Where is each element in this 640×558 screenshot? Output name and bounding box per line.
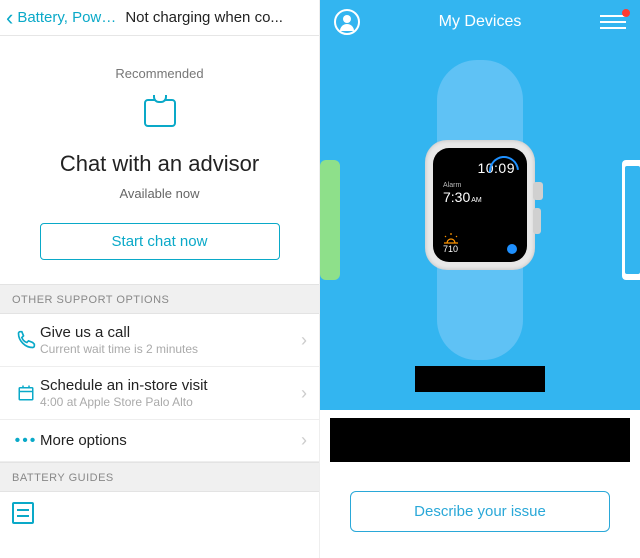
watch-complication-dot xyxy=(507,244,517,254)
support-detail-pane: ‹ Battery, Power... Not charging when co… xyxy=(0,0,320,558)
watch-crown xyxy=(533,182,543,200)
guide-row[interactable] xyxy=(0,492,319,534)
device-band-green[interactable] xyxy=(320,160,340,280)
watch-alarm-time: 7:30AM xyxy=(443,189,517,205)
option-more-title: More options xyxy=(40,432,301,449)
device-ipad-peek[interactable] xyxy=(622,160,640,280)
option-store-title: Schedule an in-store visit xyxy=(40,377,301,394)
recommended-card: Recommended Chat with an advisor Availab… xyxy=(0,36,319,284)
other-options-header: OTHER SUPPORT OPTIONS xyxy=(0,284,319,314)
devices-title: My Devices xyxy=(439,13,522,31)
chevron-right-icon: › xyxy=(301,330,307,351)
devices-hero: My Devices 10:09 xyxy=(320,0,640,410)
page-title: Not charging when co... xyxy=(125,9,313,26)
option-call-title: Give us a call xyxy=(40,324,301,341)
phone-icon xyxy=(12,330,40,350)
option-store-visit[interactable]: Schedule an in-store visit 4:00 at Apple… xyxy=(0,367,319,420)
chevron-right-icon: › xyxy=(301,430,307,451)
back-label[interactable]: Battery, Power... xyxy=(17,9,117,26)
advisor-shirt-icon xyxy=(140,99,180,137)
chevron-right-icon: › xyxy=(301,383,307,404)
nav-bar: ‹ Battery, Power... Not charging when co… xyxy=(0,0,319,36)
watch-low-temp: 710 xyxy=(443,244,459,254)
device-apple-watch[interactable]: 10:09 Alarm 7:30AM 710 xyxy=(395,60,565,360)
notification-badge xyxy=(622,9,630,17)
device-carousel[interactable]: 10:09 Alarm 7:30AM 710 xyxy=(320,60,640,360)
my-devices-pane: My Devices 10:09 xyxy=(320,0,640,558)
option-store-sub: 4:00 at Apple Store Palo Alto xyxy=(40,395,301,409)
recommended-label: Recommended xyxy=(20,66,299,81)
calendar-icon xyxy=(12,384,40,402)
option-call[interactable]: Give us a call Current wait time is 2 mi… xyxy=(0,314,319,367)
option-more[interactable]: ••• More options › xyxy=(0,420,319,462)
availability-label: Available now xyxy=(20,186,299,201)
describe-issue-button[interactable]: Describe your issue xyxy=(350,491,610,532)
chat-advisor-title: Chat with an advisor xyxy=(20,151,299,176)
option-call-sub: Current wait time is 2 minutes xyxy=(40,342,301,356)
start-chat-button[interactable]: Start chat now xyxy=(40,223,280,260)
redacted-device-name xyxy=(415,366,545,392)
menu-icon[interactable] xyxy=(600,13,626,31)
profile-icon[interactable] xyxy=(334,9,360,35)
sunrise-icon: 710 xyxy=(443,232,459,254)
watch-face: 10:09 Alarm 7:30AM 710 xyxy=(433,148,527,262)
more-dots-icon: ••• xyxy=(12,432,40,450)
back-chevron-icon[interactable]: ‹ xyxy=(6,7,13,29)
redacted-bar xyxy=(330,418,630,462)
document-icon xyxy=(12,502,34,524)
watch-side-button xyxy=(533,208,541,234)
devices-nav: My Devices xyxy=(320,0,640,44)
battery-guides-header: BATTERY GUIDES xyxy=(0,462,319,492)
